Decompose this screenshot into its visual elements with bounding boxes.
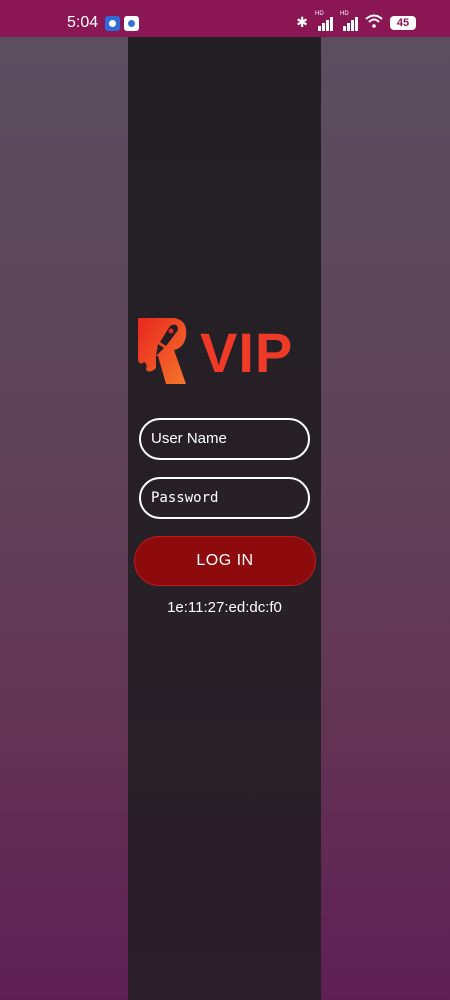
wifi-icon bbox=[365, 14, 383, 32]
status-time: 5:04 bbox=[67, 14, 99, 31]
username-input[interactable]: User Name bbox=[139, 418, 310, 460]
signal-icon: HD bbox=[340, 11, 358, 31]
device-id: 1e:11:27:ed:dc:f0 bbox=[167, 599, 282, 616]
app-notification-icon bbox=[105, 16, 120, 31]
bluetooth-icon: ✱ bbox=[296, 15, 308, 31]
password-placeholder: Password bbox=[151, 490, 219, 506]
app-notification-icon bbox=[124, 16, 139, 31]
status-bar: 5:04 ✱ HD HD 45 bbox=[0, 0, 450, 37]
signal-icon: HD bbox=[315, 11, 333, 31]
username-placeholder: User Name bbox=[151, 430, 227, 447]
battery-icon: 45 bbox=[390, 16, 416, 30]
login-button[interactable]: LOG IN bbox=[134, 536, 316, 586]
password-input[interactable]: Password bbox=[139, 477, 310, 519]
login-screen: 5:04 ✱ HD HD 45 VIP User Name Password L… bbox=[0, 0, 450, 1000]
logo-text: VIP bbox=[200, 321, 294, 384]
status-icons: ✱ HD HD 45 bbox=[296, 11, 416, 32]
